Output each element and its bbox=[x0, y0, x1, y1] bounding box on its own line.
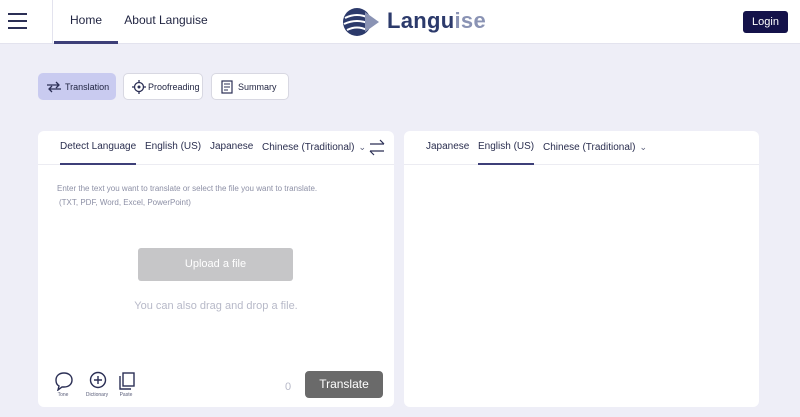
logo-text: Languise bbox=[387, 8, 486, 33]
source-hint-text[interactable]: Enter the text you want to translate or … bbox=[57, 182, 377, 210]
source-lang-japanese[interactable]: Japanese bbox=[210, 131, 253, 165]
translate-arrows-icon bbox=[47, 81, 61, 93]
nav-home-link[interactable]: Home bbox=[54, 0, 118, 44]
speech-bubble-icon bbox=[55, 372, 73, 391]
top-header: Home About Languise Languise Login bbox=[0, 0, 800, 44]
drag-drop-text: You can also drag and drop a file. bbox=[134, 300, 298, 312]
nav-about-link[interactable]: About Languise bbox=[122, 0, 210, 44]
source-lang-chinese-dropdown[interactable]: Chinese (Traditional) ⌄ bbox=[262, 131, 366, 165]
target-language-bar: Japanese English (US) Chinese (Tradition… bbox=[404, 131, 759, 165]
globe-arrow-logo-icon bbox=[343, 8, 379, 36]
translation-output-area[interactable] bbox=[404, 166, 759, 407]
chevron-down-icon: ⌄ bbox=[358, 142, 366, 152]
login-button[interactable]: Login bbox=[743, 11, 788, 33]
target-lang-chinese-label: Chinese (Traditional) bbox=[543, 142, 636, 153]
target-lang-japanese[interactable]: Japanese bbox=[426, 131, 469, 165]
mode-translation-button[interactable]: Translation bbox=[38, 73, 116, 100]
plus-circle-icon bbox=[89, 371, 107, 389]
paste-tool-label: Paste bbox=[119, 392, 133, 398]
paste-tool-button[interactable]: Paste bbox=[111, 371, 141, 401]
dictionary-tool-label: Dictionary bbox=[85, 392, 109, 398]
source-lang-detect[interactable]: Detect Language bbox=[60, 131, 137, 165]
swap-languages-icon[interactable] bbox=[369, 139, 385, 157]
hint-line-2: (TXT, PDF, Word, Excel, PowerPoint) bbox=[59, 198, 191, 207]
source-panel: Detect Language English (US) Japanese Ch… bbox=[38, 131, 394, 407]
source-language-bar: Detect Language English (US) Japanese Ch… bbox=[38, 131, 394, 165]
crosshair-icon bbox=[132, 80, 146, 94]
source-lang-english[interactable]: English (US) bbox=[145, 131, 201, 165]
tone-tool-button[interactable]: Tone bbox=[48, 371, 78, 401]
mode-summary-label: Summary bbox=[238, 82, 277, 92]
character-count: 0 bbox=[285, 381, 292, 393]
mode-proofreading-button[interactable]: Proofreading bbox=[123, 73, 203, 100]
mode-summary-button[interactable]: Summary bbox=[211, 73, 289, 100]
document-icon bbox=[221, 80, 233, 94]
upload-file-button[interactable]: Upload a file bbox=[138, 248, 293, 281]
dictionary-tool-button[interactable]: Dictionary bbox=[82, 371, 112, 401]
chevron-down-icon: ⌄ bbox=[639, 142, 647, 152]
target-lang-chinese-dropdown[interactable]: Chinese (Traditional) ⌄ bbox=[543, 131, 647, 165]
hamburger-menu-icon[interactable] bbox=[8, 12, 27, 30]
paste-icon bbox=[119, 372, 135, 390]
languise-logo[interactable]: Languise bbox=[341, 4, 491, 40]
target-panel: Japanese English (US) Chinese (Tradition… bbox=[404, 131, 759, 407]
mode-translation-label: Translation bbox=[65, 82, 110, 92]
tone-tool-label: Tone bbox=[57, 392, 69, 398]
mode-proofreading-label: Proofreading bbox=[148, 82, 200, 92]
source-lang-chinese-label: Chinese (Traditional) bbox=[262, 142, 355, 153]
nav-divider bbox=[52, 0, 53, 44]
target-lang-english[interactable]: English (US) bbox=[478, 131, 535, 165]
translate-button[interactable]: Translate bbox=[305, 371, 383, 398]
hint-line-1: Enter the text you want to translate or … bbox=[57, 184, 318, 193]
